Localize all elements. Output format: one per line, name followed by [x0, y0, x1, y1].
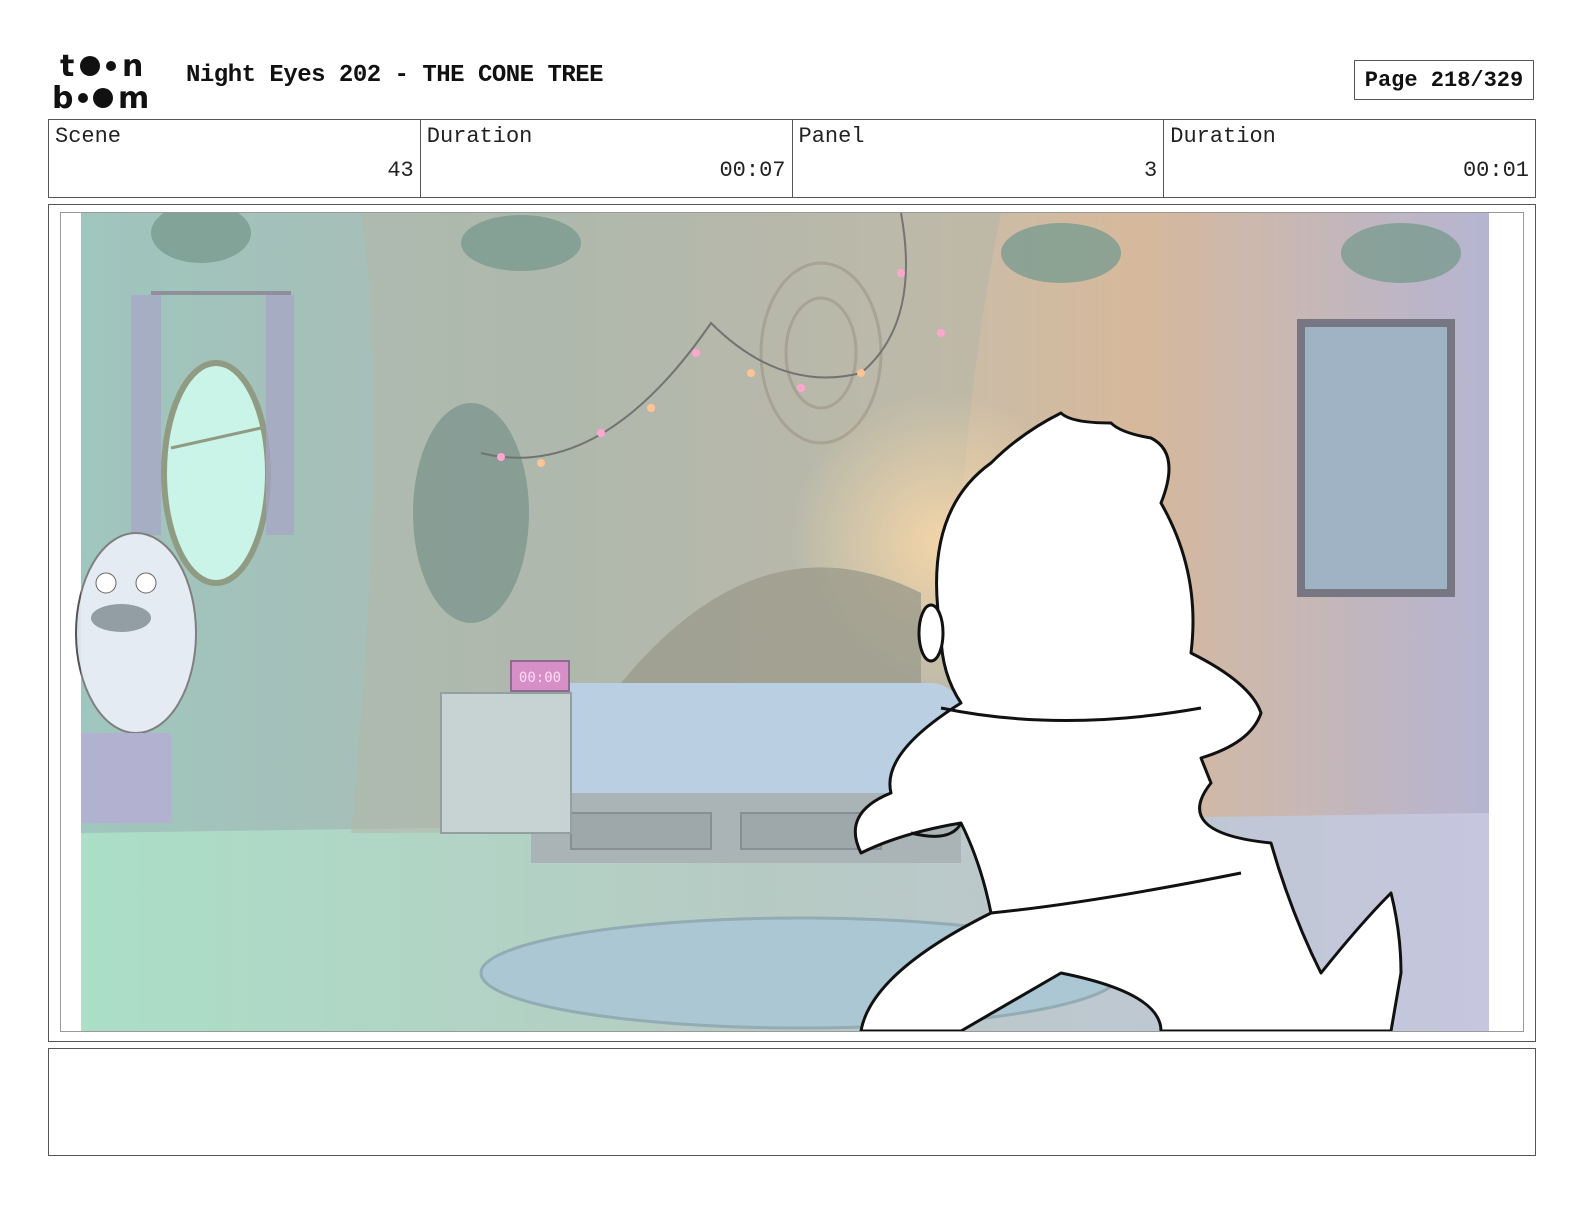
action-notes-box[interactable]: [48, 1048, 1536, 1156]
panel-label: Panel: [798, 124, 865, 149]
scene-info-row: Scene 43 Duration 00:07 Panel 3 Duration…: [48, 119, 1536, 198]
svg-text:n: n: [122, 50, 143, 84]
panel-duration-value: 00:01: [1462, 158, 1529, 183]
storyboard-panel-image: 00:00: [60, 212, 1524, 1032]
document-title: Night Eyes 202 - THE CONE TREE: [186, 62, 604, 89]
scene-duration-value: 00:07: [719, 158, 786, 183]
panel-duration-label: Duration: [1170, 124, 1276, 149]
panel-value: 3: [1144, 158, 1158, 183]
svg-text:m: m: [118, 81, 149, 112]
panel-duration-cell: Duration 00:01: [1164, 120, 1535, 197]
scene-duration-label: Duration: [426, 124, 533, 149]
scene-value: 43: [387, 158, 414, 183]
page-number: Page 218/329: [1354, 60, 1534, 100]
panel-cell: Panel 3: [793, 120, 1165, 197]
toon-boom-logo: t n b m: [52, 49, 164, 116]
storyboard-panel-frame: 00:00: [48, 204, 1536, 1042]
svg-text:b: b: [52, 81, 73, 112]
scene-cell: Scene 43: [49, 120, 421, 197]
scene-label: Scene: [55, 124, 122, 149]
scene-duration-cell: Duration 00:07: [421, 120, 793, 197]
svg-text:t: t: [60, 50, 74, 84]
